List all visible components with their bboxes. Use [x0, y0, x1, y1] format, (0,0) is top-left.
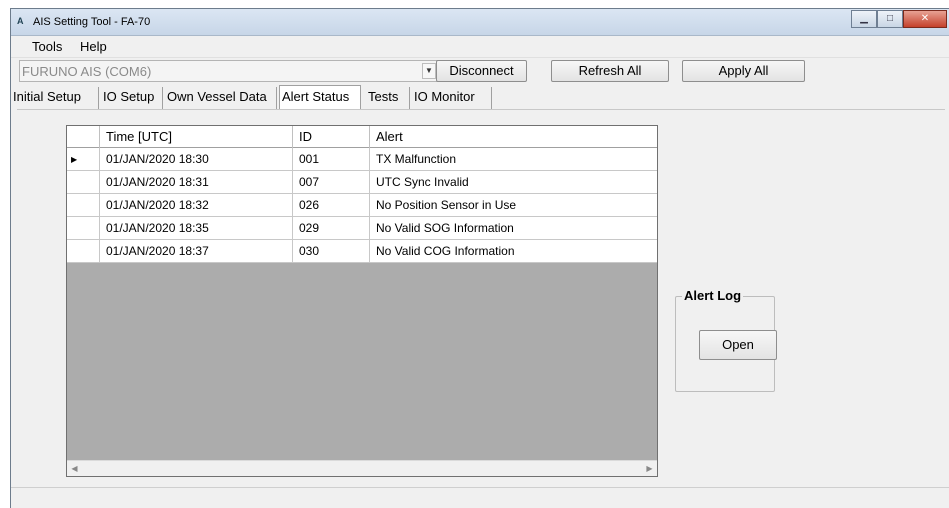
apply-all-button[interactable]: Apply All [682, 60, 805, 82]
menu-tools[interactable]: Tools [32, 39, 62, 54]
connection-toolbar: FURUNO AIS (COM6) ▼ Disconnect Refresh A… [11, 58, 949, 84]
chevron-down-icon[interactable]: ▼ [422, 63, 436, 79]
alert-log-group: Alert Log Open [675, 288, 777, 392]
disconnect-button[interactable]: Disconnect [436, 60, 527, 82]
open-alert-log-button[interactable]: Open [699, 330, 777, 360]
table-row[interactable]: 01/JAN/2020 18:31 007 UTC Sync Invalid [67, 171, 657, 194]
cell-id: 007 [293, 171, 370, 194]
minimize-button[interactable]: ▁ [851, 10, 877, 28]
window-title: AIS Setting Tool - FA-70 [33, 16, 151, 28]
alert-table[interactable]: Time [UTC] ID Alert ▶ 01/JAN/2020 18:30 … [66, 125, 658, 477]
row-selector[interactable] [67, 240, 100, 263]
tab-io-setup[interactable]: IO Setup [101, 87, 163, 109]
alert-log-label: Alert Log [682, 288, 744, 303]
menu-bar: Tools Help [11, 36, 949, 58]
tab-strip: Initial Setup IO Setup Own Vessel Data A… [11, 85, 949, 110]
app-icon: A [17, 16, 24, 26]
header-row-selector [67, 126, 100, 148]
cell-alert: No Position Sensor in Use [376, 198, 517, 212]
cell-time: 01/JAN/2020 18:35 [100, 217, 293, 240]
port-select-value: FURUNO AIS (COM6) [22, 64, 152, 79]
column-header-alert[interactable]: Alert [370, 126, 657, 148]
scroll-right-icon[interactable]: ▶ [643, 462, 656, 476]
cell-id: 001 [293, 148, 370, 171]
row-selector[interactable] [67, 171, 100, 194]
maximize-button[interactable]: □ [877, 10, 903, 28]
cell-time: 01/JAN/2020 18:37 [100, 240, 293, 263]
tab-io-monitor[interactable]: IO Monitor [412, 87, 492, 109]
table-header: Time [UTC] ID Alert [67, 126, 657, 148]
horizontal-scrollbar[interactable]: ◀ ▶ [67, 460, 657, 476]
table-row[interactable]: 01/JAN/2020 18:37 030 No Valid COG Infor… [67, 240, 657, 263]
column-header-time[interactable]: Time [UTC] [100, 126, 293, 148]
row-selector[interactable] [67, 194, 100, 217]
column-header-id[interactable]: ID [293, 126, 370, 148]
tab-own-vessel-data[interactable]: Own Vessel Data [165, 87, 277, 109]
cell-id: 029 [293, 217, 370, 240]
caption-buttons: ▁ □ ✕ [851, 10, 947, 28]
cell-alert: UTC Sync Invalid [376, 175, 469, 189]
cell-time: 01/JAN/2020 18:32 [100, 194, 293, 217]
app-window: A AIS Setting Tool - FA-70 ▁ □ ✕ Tools H… [10, 8, 949, 508]
cell-id: 030 [293, 240, 370, 263]
port-select[interactable]: FURUNO AIS (COM6) ▼ [19, 60, 439, 82]
cell-alert: No Valid SOG Information [376, 221, 514, 235]
cell-time: 01/JAN/2020 18:31 [100, 171, 293, 194]
table-row[interactable]: 01/JAN/2020 18:35 029 No Valid SOG Infor… [67, 217, 657, 240]
menu-help[interactable]: Help [80, 39, 107, 54]
cell-id: 026 [293, 194, 370, 217]
selected-row-arrow-icon: ▶ [67, 148, 100, 171]
tab-alert-status[interactable]: Alert Status [279, 85, 361, 110]
row-selector[interactable] [67, 217, 100, 240]
tab-initial-setup[interactable]: Initial Setup [11, 87, 99, 109]
cell-alert: No Valid COG Information [376, 244, 515, 258]
cell-time: 01/JAN/2020 18:30 [100, 148, 293, 171]
table-row[interactable]: ▶ 01/JAN/2020 18:30 001 TX Malfunction [67, 148, 657, 171]
cell-alert: TX Malfunction [376, 152, 457, 166]
close-button[interactable]: ✕ [903, 10, 947, 28]
tab-tests[interactable]: Tests [366, 87, 410, 109]
status-bar [11, 487, 949, 508]
title-bar[interactable]: A AIS Setting Tool - FA-70 ▁ □ ✕ [11, 9, 949, 36]
refresh-all-button[interactable]: Refresh All [551, 60, 669, 82]
table-row[interactable]: 01/JAN/2020 18:32 026 No Position Sensor… [67, 194, 657, 217]
scroll-left-icon[interactable]: ◀ [68, 462, 81, 476]
